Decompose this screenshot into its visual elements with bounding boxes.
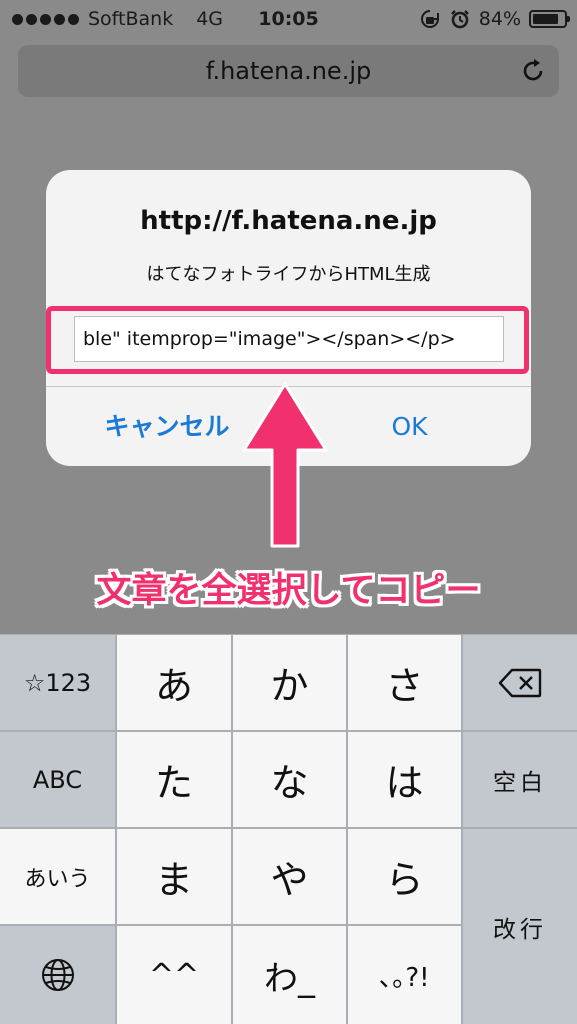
key-space[interactable]: 空白 <box>463 732 577 827</box>
key-a[interactable]: あ <box>117 635 231 730</box>
key-ya[interactable]: や <box>233 829 346 924</box>
key-ta-label: た <box>154 761 193 805</box>
key-numbers[interactable]: ☆123 <box>0 635 115 730</box>
status-right: 84% <box>419 8 570 30</box>
key-wa-label: わ_ <box>264 958 315 999</box>
key-ta[interactable]: た <box>117 732 231 827</box>
key-emoticon-label: ^^ <box>148 957 200 993</box>
key-globe[interactable] <box>0 926 115 1024</box>
globe-icon <box>41 959 74 991</box>
dialog-title: http://f.hatena.ne.jp <box>140 206 437 236</box>
key-ma[interactable]: ま <box>117 829 231 924</box>
key-return-label: 改行 <box>493 916 547 943</box>
arrow-up-icon <box>242 382 328 548</box>
key-ya-label: や <box>270 858 309 902</box>
battery-percent: 84% <box>478 8 521 30</box>
key-sa-label: さ <box>385 664 424 708</box>
dialog-message: はてなフォトライフからHTML生成 <box>146 264 431 285</box>
key-delete[interactable] <box>463 635 577 730</box>
key-ra[interactable]: ら <box>348 829 461 924</box>
key-ma-label: ま <box>154 858 193 902</box>
key-numbers-label: ☆123 <box>23 668 92 697</box>
key-a-label: あ <box>154 664 193 708</box>
key-ha-label: は <box>385 761 424 805</box>
key-kana-label: あいう <box>24 866 91 892</box>
key-ha[interactable]: は <box>348 732 461 827</box>
alarm-icon <box>450 10 469 29</box>
key-punctuation-label: ､｡?! <box>379 962 430 993</box>
battery-icon <box>529 10 570 28</box>
key-space-label: 空白 <box>493 769 547 796</box>
reload-icon[interactable] <box>519 57 547 85</box>
address-bar[interactable]: f.hatena.ne.jp <box>18 45 559 97</box>
key-ra-label: ら <box>385 858 424 902</box>
key-abc[interactable]: ABC <box>0 732 115 827</box>
key-return[interactable]: 改行 <box>463 829 577 1024</box>
japanese-kana-keyboard: ☆123 ABC あいう あ か さ た な は ま や ら ^^ わ_ ､｡?… <box>0 634 577 1024</box>
orientation-lock-icon <box>420 10 439 28</box>
key-ka[interactable]: か <box>233 635 346 730</box>
key-sa[interactable]: さ <box>348 635 461 730</box>
url-text: f.hatena.ne.jp <box>205 57 372 85</box>
key-ka-label: か <box>270 664 309 708</box>
key-punctuation[interactable]: ､｡?! <box>348 926 461 1024</box>
key-na[interactable]: な <box>233 732 346 827</box>
status-bar: SoftBank 4G 10:05 84% <box>0 0 577 40</box>
key-kana[interactable]: あいう <box>0 829 115 924</box>
key-emoticon[interactable]: ^^ <box>117 926 231 1024</box>
key-na-label: な <box>270 761 309 805</box>
highlight-box <box>46 306 529 374</box>
annotation-caption: 文章を全選択してコピー <box>96 571 481 611</box>
key-wa[interactable]: わ_ <box>233 926 346 1024</box>
key-abc-label: ABC <box>32 765 83 794</box>
backspace-icon <box>498 668 542 697</box>
